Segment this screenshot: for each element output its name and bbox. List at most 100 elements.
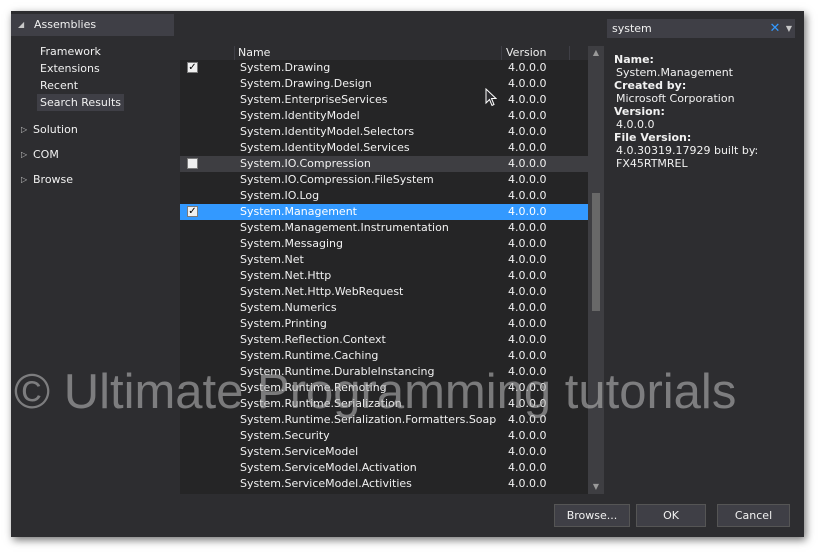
table-row[interactable]: ✓ System.Management 4.0.0.0: [180, 204, 588, 220]
row-version: 4.0.0.0: [508, 253, 547, 266]
table-row[interactable]: System.Runtime.Serialization 4.0.0.0: [180, 396, 588, 412]
row-name: System.Numerics: [240, 301, 337, 314]
tree-node-com[interactable]: ▷ COM: [11, 146, 171, 164]
table-row[interactable]: ✓ System.Drawing 4.0.0.0: [180, 60, 588, 76]
tree-item-recent[interactable]: Recent: [37, 77, 81, 94]
row-name: System.Drawing.Design: [240, 77, 372, 90]
column-divider[interactable]: [501, 46, 502, 60]
table-row[interactable]: System.ServiceModel.Activities 4.0.0.0: [180, 476, 588, 492]
row-checkbox[interactable]: ✓: [187, 62, 198, 73]
tree-node-label: COM: [33, 148, 59, 161]
search-box: ✕ ▼: [607, 19, 795, 38]
detail-value-file-version-build: FX45RTMREL: [616, 157, 688, 170]
row-version: 4.0.0.0: [508, 205, 547, 218]
assembly-list[interactable]: Name Version ✓ System.Drawing 4.0.0.0 Syste…: [180, 46, 604, 494]
table-row[interactable]: System.Net.Http 4.0.0.0: [180, 268, 588, 284]
table-row[interactable]: System.IO.Log 4.0.0.0: [180, 188, 588, 204]
row-name: System.IdentityModel.Services: [240, 141, 410, 154]
table-row[interactable]: System.EnterpriseServices 4.0.0.0: [180, 92, 588, 108]
column-header-name[interactable]: Name: [238, 46, 270, 60]
detail-value-version: 4.0.0.0: [616, 118, 655, 131]
row-name: System.IO.Compression: [240, 157, 371, 170]
scroll-down-icon[interactable]: ▼: [588, 480, 604, 494]
vertical-scrollbar[interactable]: ▲ ▼: [588, 46, 604, 494]
clear-x-icon[interactable]: ✕: [768, 19, 782, 38]
table-row[interactable]: System.IdentityModel 4.0.0.0: [180, 108, 588, 124]
row-version: 4.0.0.0: [508, 109, 547, 122]
cancel-button[interactable]: Cancel: [717, 504, 790, 527]
table-row[interactable]: System.Management.Instrumentation 4.0.0.0: [180, 220, 588, 236]
row-name: System.Management: [240, 205, 357, 218]
row-name: System.IdentityModel: [240, 109, 360, 122]
row-version: 4.0.0.0: [508, 189, 547, 202]
tree-item-search-results[interactable]: Search Results: [37, 94, 125, 111]
detail-value-created-by: Microsoft Corporation: [616, 92, 735, 105]
row-version: 4.0.0.0: [508, 333, 547, 346]
row-name: System.Runtime.Serialization: [240, 397, 402, 410]
table-row[interactable]: System.IdentityModel.Selectors 4.0.0.0: [180, 124, 588, 140]
row-name: System.IdentityModel.Selectors: [240, 125, 415, 138]
table-row[interactable]: System.ServiceModel 4.0.0.0: [180, 444, 588, 460]
table-row[interactable]: System.Runtime.Caching 4.0.0.0: [180, 348, 588, 364]
detail-label-version: Version:: [614, 105, 665, 118]
dropdown-arrow-icon[interactable]: ▼: [783, 19, 795, 38]
tree-item-framework[interactable]: Framework: [37, 43, 104, 60]
table-row[interactable]: System.Numerics 4.0.0.0: [180, 300, 588, 316]
tree-node-solution[interactable]: ▷ Solution: [11, 121, 171, 139]
row-name: System.Runtime.Caching: [240, 349, 379, 362]
row-version: 4.0.0.0: [508, 61, 547, 74]
row-version: 4.0.0.0: [508, 445, 547, 458]
row-name: System.Runtime.Serialization.Formatters.…: [240, 413, 497, 426]
row-version: 4.0.0.0: [508, 301, 547, 314]
table-row[interactable]: System.Reflection.Context 4.0.0.0: [180, 332, 588, 348]
browse-button[interactable]: Browse...: [554, 504, 630, 527]
table-row[interactable]: System.Drawing.Design 4.0.0.0: [180, 76, 588, 92]
row-version: 4.0.0.0: [508, 285, 547, 298]
search-input[interactable]: [607, 19, 767, 38]
scroll-up-icon[interactable]: ▲: [588, 46, 604, 60]
table-row[interactable]: System.Runtime.Remoting 4.0.0.0: [180, 380, 588, 396]
detail-label-name: Name:: [614, 53, 654, 66]
reference-manager-window: ◢ Assemblies Framework Extensions Recent…: [11, 11, 804, 537]
row-name: System.Runtime.DurableInstancing: [240, 365, 435, 378]
table-row[interactable]: System.Net.Http.WebRequest 4.0.0.0: [180, 284, 588, 300]
row-checkbox[interactable]: ✓: [187, 206, 198, 217]
row-version: 4.0.0.0: [508, 429, 547, 442]
tree-node-browse[interactable]: ▷ Browse: [11, 171, 171, 189]
table-row[interactable]: System.ServiceModel.Activation 4.0.0.0: [180, 460, 588, 476]
row-version: 4.0.0.0: [508, 141, 547, 154]
ok-button[interactable]: OK: [636, 504, 706, 527]
triangle-expanded-icon[interactable]: ◢: [18, 14, 24, 36]
column-header-version[interactable]: Version: [506, 46, 546, 60]
row-version: 4.0.0.0: [508, 173, 547, 186]
table-row[interactable]: System.Runtime.Serialization.Formatters.…: [180, 412, 588, 428]
row-name: System.Messaging: [240, 237, 343, 250]
table-row[interactable]: System.IO.Compression 4.0.0.0: [180, 156, 588, 172]
scrollbar-thumb[interactable]: [592, 193, 600, 311]
row-name: System.Net: [240, 253, 304, 266]
tree-item-extensions[interactable]: Extensions: [37, 60, 103, 77]
table-row[interactable]: System.IdentityModel.Services 4.0.0.0: [180, 140, 588, 156]
row-name: System.Net.Http: [240, 269, 332, 282]
table-row[interactable]: System.Security 4.0.0.0: [180, 428, 588, 444]
tree-node-label: Browse: [33, 173, 74, 186]
row-version: 4.0.0.0: [508, 477, 547, 490]
details-pane: Name: System.Management Created by: Micr…: [614, 53, 802, 170]
table-row[interactable]: System.Messaging 4.0.0.0: [180, 236, 588, 252]
tree-node-assemblies[interactable]: ◢ Assemblies: [11, 14, 174, 36]
column-divider[interactable]: [569, 46, 570, 60]
triangle-collapsed-icon[interactable]: ▷: [21, 121, 27, 139]
column-divider[interactable]: [234, 46, 235, 60]
row-version: 4.0.0.0: [508, 397, 547, 410]
table-row[interactable]: System.Net 4.0.0.0: [180, 252, 588, 268]
row-version: 4.0.0.0: [508, 221, 547, 234]
tree-node-label: Solution: [33, 123, 78, 136]
table-row[interactable]: System.Runtime.DurableInstancing 4.0.0.0: [180, 364, 588, 380]
triangle-collapsed-icon[interactable]: ▷: [21, 146, 27, 164]
table-row[interactable]: System.Printing 4.0.0.0: [180, 316, 588, 332]
triangle-collapsed-icon[interactable]: ▷: [21, 171, 27, 189]
row-checkbox[interactable]: [187, 158, 198, 169]
detail-value-name: System.Management: [616, 66, 733, 79]
table-row[interactable]: System.IO.Compression.FileSystem 4.0.0.0: [180, 172, 588, 188]
row-version: 4.0.0.0: [508, 413, 547, 426]
